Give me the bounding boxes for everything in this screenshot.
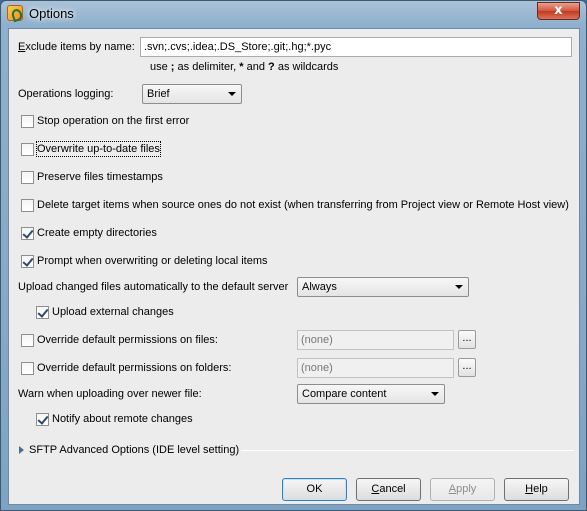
exclude-label: Exclude items by name: — [18, 40, 135, 54]
window-title: Options — [29, 6, 74, 21]
perm-folders-browse-button[interactable]: ... — [458, 358, 476, 377]
delete-target-items-label: Delete target items when source ones do … — [37, 199, 569, 211]
perm-files-browse-button[interactable]: ... — [458, 330, 476, 349]
hint-prefix: use — [150, 61, 171, 73]
expand-arrow-icon[interactable] — [19, 446, 24, 454]
upload-changed-selected: Always — [302, 281, 337, 293]
help-label-rest: elp — [533, 483, 548, 495]
hint-suffix: as wildcards — [274, 61, 339, 73]
warn-newer-selected: Compare content — [302, 388, 387, 400]
help-button[interactable]: Help — [504, 478, 569, 501]
chevron-down-icon — [455, 285, 463, 289]
override-perm-files-checkbox[interactable] — [21, 334, 34, 347]
upload-external-checkbox[interactable] — [36, 306, 49, 319]
options-dialog: Options x Exclude items by name: .svn;.c… — [0, 0, 587, 511]
sftp-separator — [241, 450, 574, 451]
notify-remote-label: Notify about remote changes — [52, 413, 193, 425]
cancel-label-rest: ancel — [379, 483, 406, 495]
prompt-overwrite-label: Prompt when overwriting or deleting loca… — [37, 255, 268, 267]
apply-button[interactable]: Apply — [430, 478, 495, 501]
title-bar[interactable]: Options x — [1, 1, 586, 27]
warn-newer-select[interactable]: Compare content — [297, 384, 445, 404]
apply-mnemonic: A — [448, 483, 457, 495]
hint-question: ? — [268, 61, 275, 73]
logging-label: Operations logging: — [18, 88, 114, 100]
upload-changed-label: Upload changed files automatically to th… — [18, 281, 289, 293]
apply-label-rest: pply — [456, 483, 477, 495]
logging-select[interactable]: Brief — [142, 84, 242, 104]
perm-files-input[interactable]: (none) — [297, 330, 454, 350]
pycharm-app-icon — [7, 5, 23, 21]
dialog-content: Exclude items by name: .svn;.cvs;.idea;.… — [8, 28, 580, 505]
override-perm-folders-label: Override default permissions on folders: — [37, 362, 232, 374]
exclude-hint: use ; as delimiter, * and ? as wildcards — [150, 60, 338, 74]
exclude-label-text: xclude items by name: — [25, 41, 135, 53]
close-button[interactable]: x — [537, 2, 580, 20]
chevron-down-icon — [431, 392, 439, 396]
hint-and: and — [243, 61, 269, 73]
preserve-timestamps-checkbox[interactable] — [21, 171, 34, 184]
override-perm-folders-checkbox[interactable] — [21, 362, 34, 375]
upload-changed-select[interactable]: Always — [297, 277, 469, 297]
preserve-timestamps-label: Preserve files timestamps — [37, 171, 163, 183]
hint-mid: as delimiter, — [174, 61, 240, 73]
logging-selected: Brief — [147, 88, 170, 100]
overwrite-up-to-date-label: Overwrite up-to-date files — [36, 141, 161, 157]
exclude-input[interactable]: .svn;.cvs;.idea;.DS_Store;.git;.hg;*.pyc — [140, 37, 572, 57]
warn-newer-label: Warn when uploading over newer file: — [18, 388, 202, 400]
delete-target-items-checkbox[interactable] — [21, 199, 34, 212]
create-empty-dirs-checkbox[interactable] — [21, 227, 34, 240]
prompt-overwrite-checkbox[interactable] — [21, 255, 34, 268]
override-perm-files-label: Override default permissions on files: — [37, 334, 218, 346]
sftp-advanced-toggle[interactable]: SFTP Advanced Options (IDE level setting… — [29, 443, 239, 457]
perm-folders-input[interactable]: (none) — [297, 358, 454, 378]
chevron-down-icon — [228, 92, 236, 96]
help-mnemonic: H — [525, 483, 534, 495]
create-empty-dirs-label: Create empty directories — [37, 227, 157, 239]
upload-external-label: Upload external changes — [52, 306, 174, 318]
overwrite-up-to-date-checkbox[interactable] — [21, 143, 34, 156]
cancel-button[interactable]: Cancel — [356, 478, 421, 501]
notify-remote-checkbox[interactable] — [36, 413, 49, 426]
stop-on-error-checkbox[interactable] — [21, 115, 34, 128]
stop-on-error-label: Stop operation on the first error — [37, 115, 190, 127]
ok-button[interactable]: OK — [282, 478, 347, 501]
